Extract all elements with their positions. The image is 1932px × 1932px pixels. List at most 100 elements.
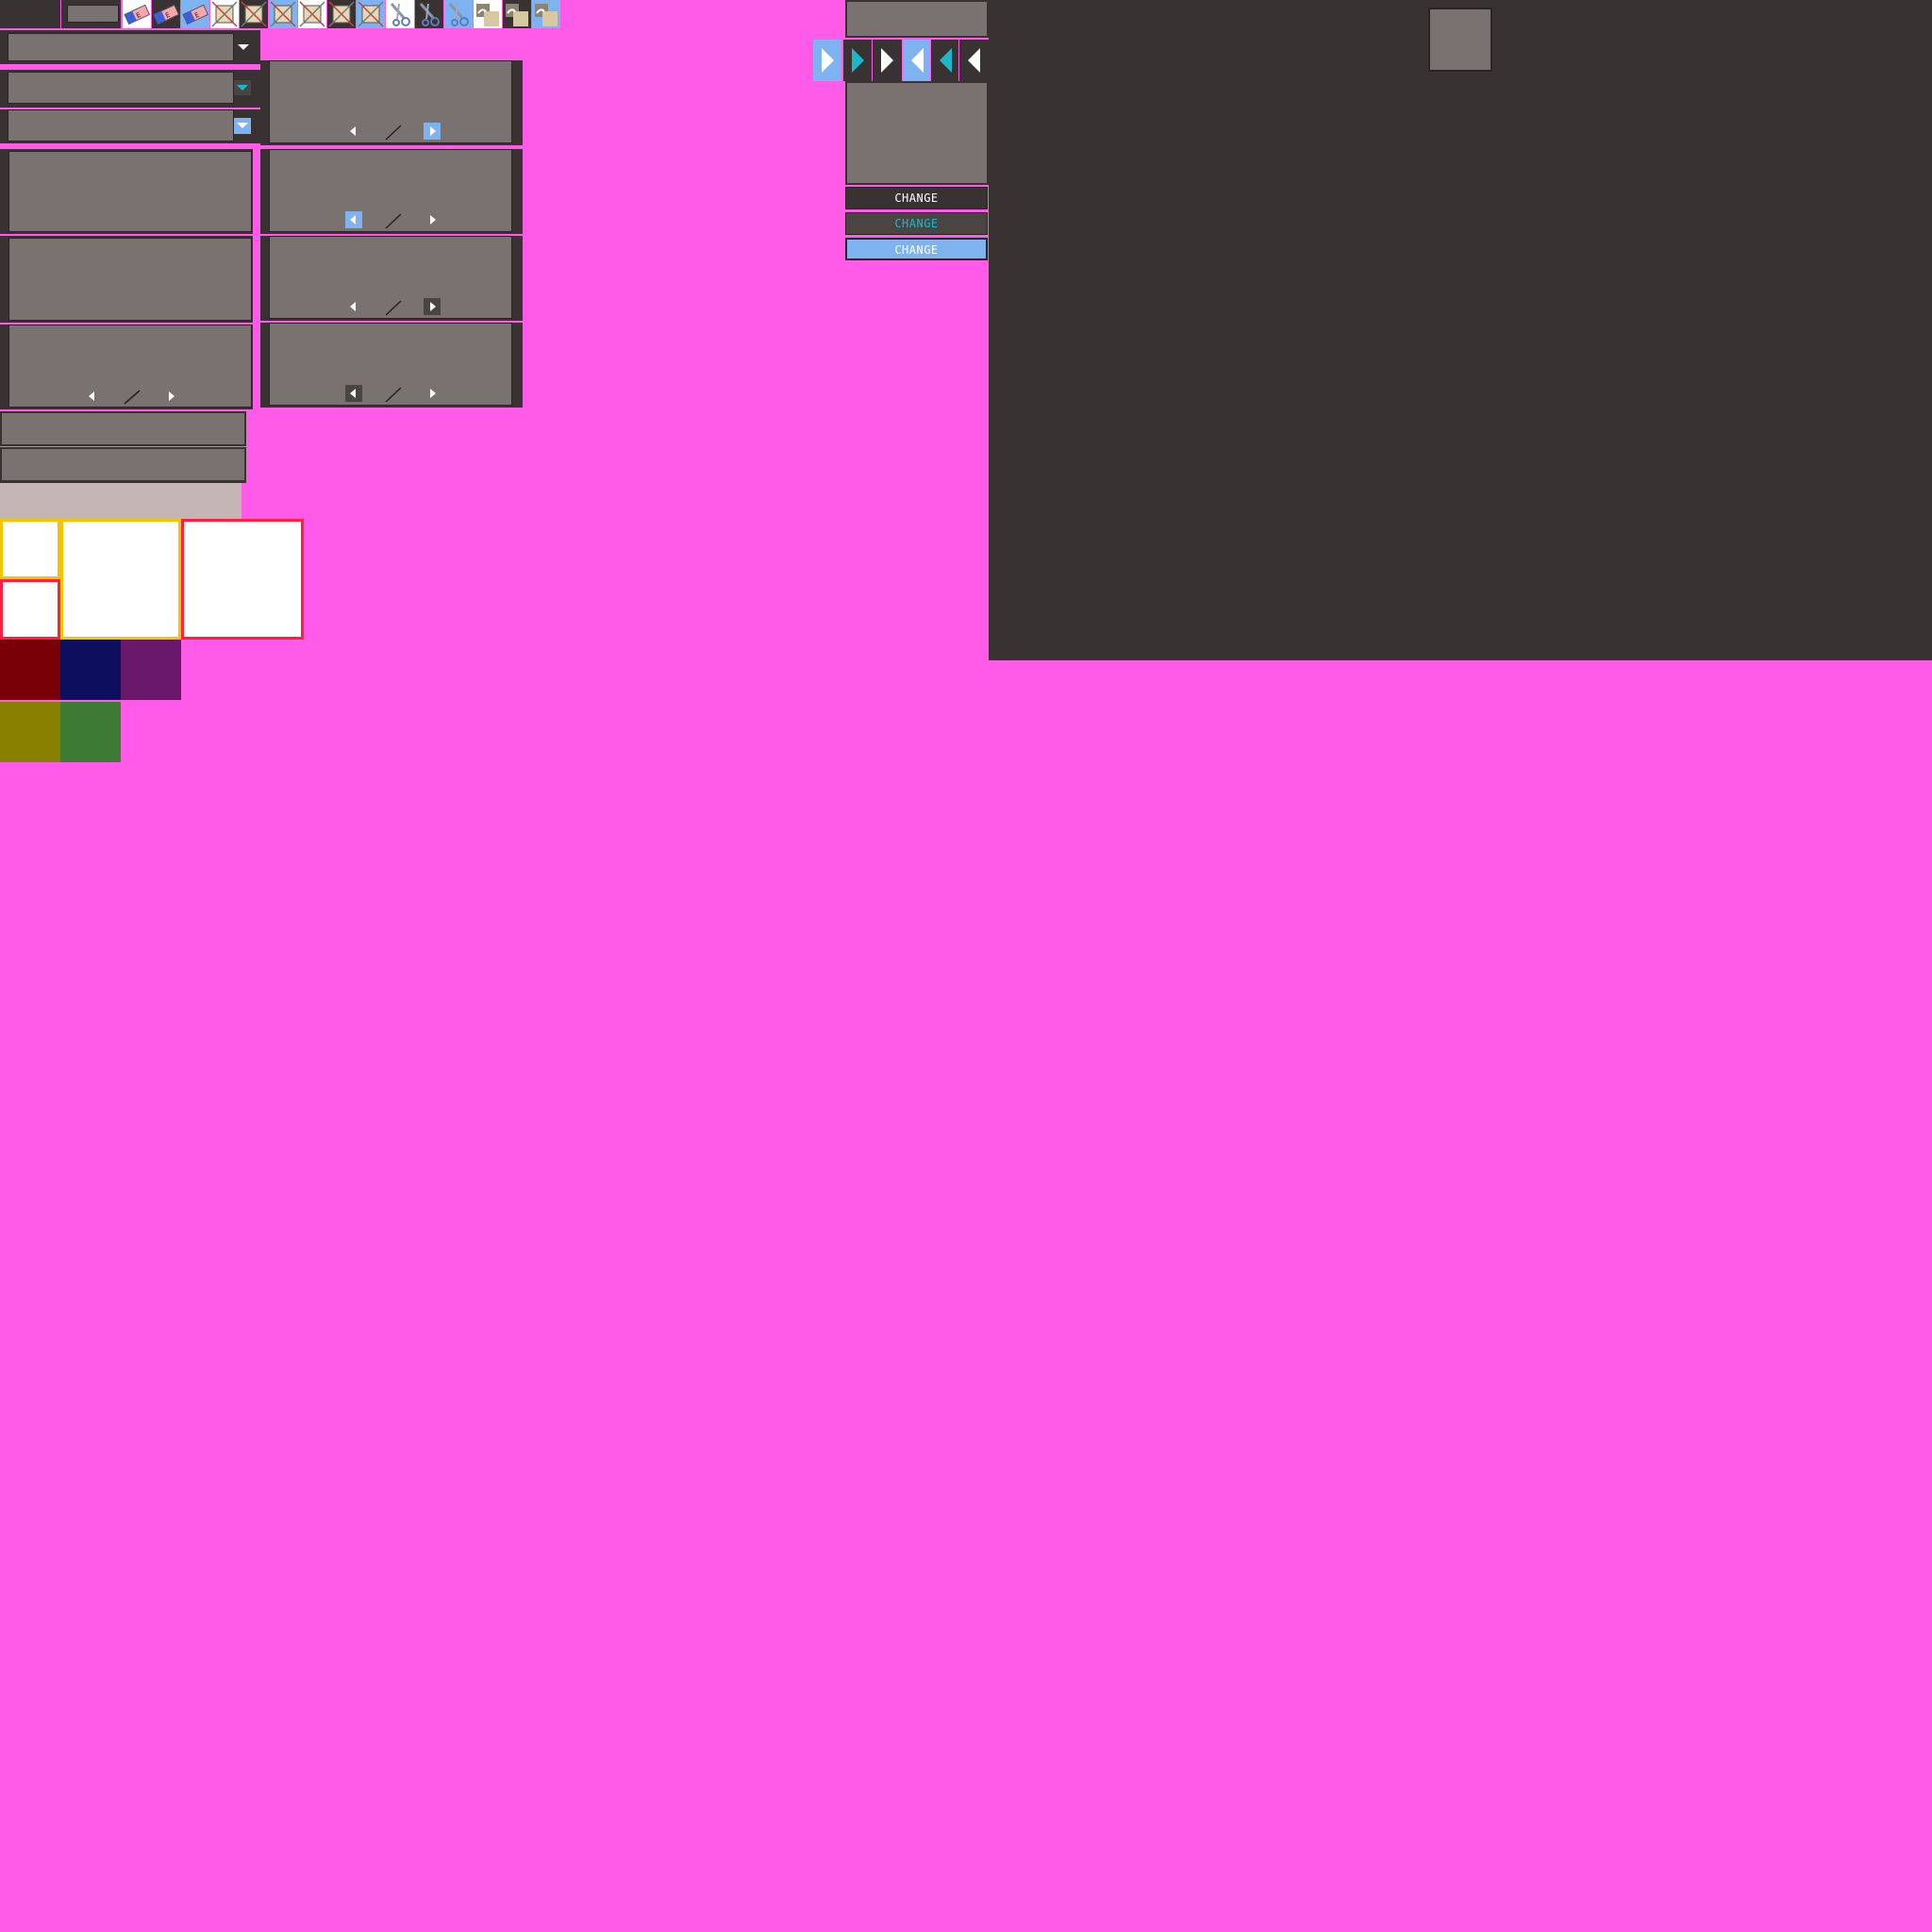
panel-area — [8, 151, 252, 232]
slash-icon — [124, 390, 141, 405]
panel-frame — [0, 236, 260, 323]
pager-panel-frame — [260, 236, 523, 321]
text-box-area — [2, 449, 244, 480]
scissors-icon[interactable] — [444, 0, 473, 28]
eraser-glyph: E — [182, 4, 209, 25]
pager — [89, 390, 175, 405]
divider — [260, 145, 523, 147]
toolbar-blank-cell — [0, 0, 60, 28]
arrow-prev-normal[interactable] — [958, 40, 989, 81]
prev-arrow-icon — [89, 391, 94, 401]
next-arrow-icon[interactable] — [424, 123, 441, 140]
cut-glyph — [270, 1, 296, 27]
arrow-next-normal[interactable] — [872, 40, 902, 81]
change-button-pressed[interactable]: CHANGE — [845, 238, 988, 260]
next-arrow-icon[interactable] — [424, 211, 441, 228]
paste-icon[interactable] — [503, 0, 531, 28]
divider — [0, 143, 260, 145]
prev-arrow-icon[interactable] — [345, 298, 362, 315]
frame-small-red — [0, 579, 60, 640]
light-bar — [0, 483, 242, 519]
prev-arrow-icon[interactable] — [345, 385, 362, 402]
preview-area — [847, 83, 987, 183]
cut-icon[interactable] — [357, 0, 385, 28]
eraser-icon[interactable]: E — [152, 0, 180, 28]
preview-frame — [845, 81, 989, 185]
change-button-normal[interactable]: CHANGE — [845, 187, 988, 209]
arrow-prev-hover[interactable] — [930, 40, 958, 81]
paste-icon[interactable] — [532, 0, 560, 28]
swatch-purple — [121, 640, 181, 700]
panel-area — [8, 238, 252, 321]
toolbar-field-cell — [60, 0, 121, 28]
divider — [260, 408, 523, 409]
paste-glyph — [476, 4, 499, 26]
swatch-maroon — [0, 640, 60, 700]
chevron-down-icon[interactable] — [234, 33, 253, 61]
text-box[interactable] — [0, 446, 246, 483]
top-field[interactable] — [847, 2, 987, 36]
scissors-glyph — [448, 3, 469, 26]
pager-panel-frame — [260, 149, 523, 234]
paste-glyph — [506, 4, 528, 26]
cut-icon[interactable] — [327, 0, 356, 28]
canvas-thumbnail[interactable] — [1428, 8, 1492, 72]
swatch-green — [60, 702, 121, 762]
scissors-glyph — [390, 3, 410, 26]
cut-icon[interactable] — [298, 0, 326, 28]
arrow-next-pressed[interactable] — [813, 40, 841, 81]
arrow-next-hover[interactable] — [843, 40, 872, 81]
pager-panel-frame — [260, 60, 523, 145]
cut-icon[interactable] — [240, 0, 268, 28]
frame-large-yellow — [60, 519, 181, 640]
cut-glyph — [299, 1, 325, 27]
cut-icon[interactable] — [269, 0, 297, 28]
frame-small-yellow — [0, 519, 60, 579]
dropdown-row-hover — [0, 70, 260, 108]
change-button-hover[interactable]: CHANGE — [845, 212, 988, 235]
top-field-frame — [845, 0, 989, 38]
cut-icon[interactable] — [210, 0, 239, 28]
divider — [253, 145, 260, 409]
toolbar-field[interactable] — [67, 5, 119, 23]
swatch-olive — [0, 702, 60, 762]
text-box[interactable] — [0, 411, 246, 446]
swatch-navy — [60, 640, 121, 700]
arrow-prev-pressed[interactable] — [902, 40, 930, 81]
next-arrow-icon[interactable] — [424, 385, 441, 402]
eraser-icon[interactable]: E — [123, 0, 151, 28]
frame-large-red — [181, 519, 304, 640]
slash-icon — [384, 385, 403, 404]
chevron-down-icon[interactable] — [234, 118, 251, 134]
cut-glyph — [211, 1, 238, 27]
scissors-icon[interactable] — [386, 0, 414, 28]
pager-panel-frame — [260, 323, 523, 408]
cut-glyph — [241, 1, 267, 27]
dropdown-row-normal — [0, 30, 260, 64]
panel-frame — [0, 149, 260, 234]
dropdown-field[interactable] — [8, 109, 234, 142]
dropdown-field[interactable] — [8, 72, 234, 104]
slash-icon — [384, 123, 403, 142]
next-arrow-icon — [169, 391, 175, 401]
dropdown-row-pressed — [0, 109, 260, 143]
dropdown-field[interactable] — [8, 33, 234, 61]
prev-arrow-icon[interactable] — [345, 123, 362, 140]
panel-frame — [0, 325, 260, 409]
slash-icon — [384, 211, 403, 230]
paste-glyph — [535, 4, 558, 26]
cut-glyph — [328, 1, 355, 27]
text-box-area — [2, 413, 244, 444]
eraser-glyph: E — [153, 4, 180, 25]
cut-glyph — [358, 1, 384, 27]
eraser-glyph: E — [124, 4, 151, 25]
next-arrow-icon[interactable] — [424, 298, 441, 315]
eraser-icon[interactable]: E — [181, 0, 209, 28]
scissors-glyph — [419, 3, 440, 26]
scissors-icon[interactable] — [415, 0, 443, 28]
paste-icon[interactable] — [474, 0, 502, 28]
canvas-panel — [989, 0, 1932, 660]
chevron-down-icon[interactable] — [234, 80, 251, 95]
prev-arrow-icon[interactable] — [345, 211, 362, 228]
slash-icon — [384, 298, 403, 317]
